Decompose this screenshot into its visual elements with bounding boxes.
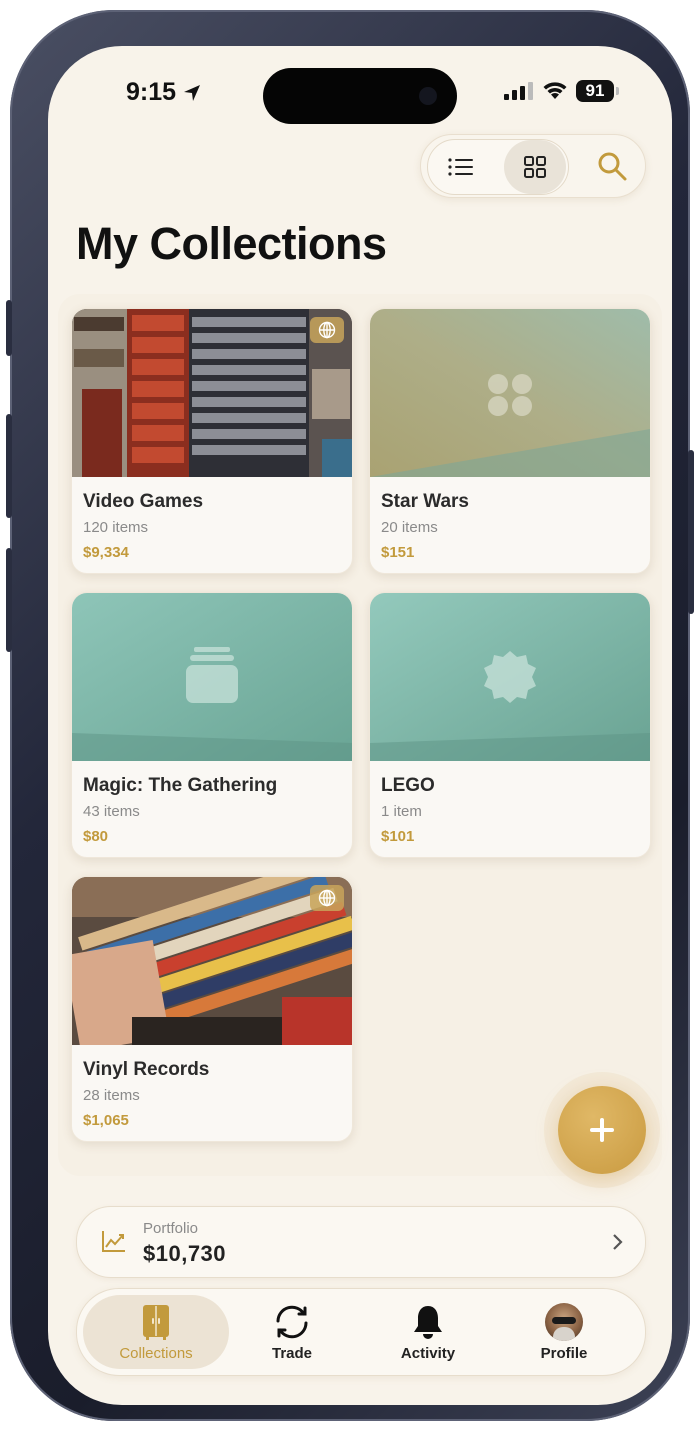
collection-card-video-games[interactable]: Video Games 120 items $9,334	[71, 308, 353, 574]
portfolio-summary[interactable]: Portfolio $10,730	[76, 1206, 646, 1278]
view-toolbar	[420, 134, 646, 198]
power-button	[688, 450, 694, 614]
collection-value: $101	[381, 828, 415, 845]
dynamic-island	[263, 68, 457, 124]
list-view-button[interactable]	[430, 140, 492, 194]
plus-icon	[590, 1118, 614, 1142]
cabinet-icon	[136, 1303, 176, 1341]
tab-profile[interactable]: Profile	[491, 1295, 637, 1369]
tab-label: Collections	[119, 1345, 193, 1362]
collection-count: 120 items	[83, 519, 149, 536]
chart-trend-icon	[102, 1231, 125, 1252]
collection-name: LEGO	[381, 775, 435, 796]
portfolio-label: Portfolio	[143, 1220, 199, 1237]
status-time-text: 9:15	[126, 78, 177, 106]
grid-icon	[524, 156, 546, 178]
action-button	[6, 300, 12, 356]
trade-icon	[272, 1303, 312, 1341]
avatar-wrapper	[544, 1303, 584, 1341]
tab-activity[interactable]: Activity	[355, 1295, 501, 1369]
camera	[419, 87, 437, 105]
collection-name: Star Wars	[381, 491, 469, 512]
collection-card-lego[interactable]: LEGO 1 item $101	[369, 592, 651, 858]
collection-count: 28 items	[83, 1087, 140, 1104]
globe-icon	[318, 321, 336, 339]
collection-value: $1,065	[83, 1112, 129, 1129]
list-icon	[448, 158, 473, 176]
collection-image-video-games	[72, 309, 352, 477]
collection-count: 1 item	[381, 803, 422, 820]
page-title: My Collections	[76, 218, 387, 269]
globe-icon	[318, 889, 336, 907]
search-button[interactable]	[589, 143, 635, 189]
collection-image-star-wars	[370, 309, 650, 477]
collection-value: $9,334	[83, 544, 129, 561]
avatar	[545, 1303, 583, 1341]
bell-icon	[408, 1303, 448, 1341]
collection-name: Vinyl Records	[83, 1059, 210, 1080]
search-icon	[598, 152, 627, 181]
public-badge	[310, 885, 344, 911]
tab-label: Profile	[540, 1345, 588, 1362]
chevron-right-icon	[613, 1234, 623, 1250]
status-icons: 91	[504, 80, 619, 102]
collection-count: 43 items	[83, 803, 140, 820]
status-time: 9:15	[126, 78, 202, 107]
collection-image-magic	[72, 593, 352, 761]
cards-placeholder-icon	[186, 647, 238, 703]
tab-collections[interactable]: Collections	[83, 1295, 229, 1369]
tab-bar: Collections Trade Activity Profile	[76, 1288, 646, 1376]
wifi-icon	[543, 82, 567, 99]
tab-label: Activity	[400, 1345, 456, 1362]
collection-value: $151	[381, 544, 415, 561]
grid-view-button[interactable]	[504, 140, 566, 194]
location-arrow-icon	[184, 84, 201, 101]
collection-count: 20 items	[381, 519, 438, 536]
public-badge	[310, 317, 344, 343]
collection-card-vinyl-records[interactable]: Vinyl Records 28 items $1,065	[71, 876, 353, 1142]
collection-card-star-wars[interactable]: Star Wars 20 items $151	[369, 308, 651, 574]
collection-card-magic[interactable]: Magic: The Gathering 43 items $80	[71, 592, 353, 858]
cellular-signal-icon	[504, 82, 533, 100]
volume-down-button	[6, 548, 12, 652]
phone-frame: 9:15 91 My Collections Video Games 120 i…	[6, 10, 694, 1421]
collection-name: Video Games	[83, 491, 204, 512]
portfolio-value: $10,730	[143, 1241, 227, 1266]
add-collection-button[interactable]	[558, 1086, 646, 1174]
volume-up-button	[6, 414, 12, 518]
screen: 9:15 91 My Collections Video Games 120 i…	[48, 46, 672, 1405]
collection-name: Magic: The Gathering	[83, 775, 278, 796]
collection-value: $80	[83, 828, 109, 845]
tab-label: Trade	[271, 1345, 313, 1362]
battery-indicator: 91	[576, 80, 619, 102]
collection-image-vinyl-records	[72, 877, 352, 1045]
tab-trade[interactable]: Trade	[219, 1295, 365, 1369]
collection-image-lego	[370, 593, 650, 761]
view-toggle	[427, 139, 569, 195]
